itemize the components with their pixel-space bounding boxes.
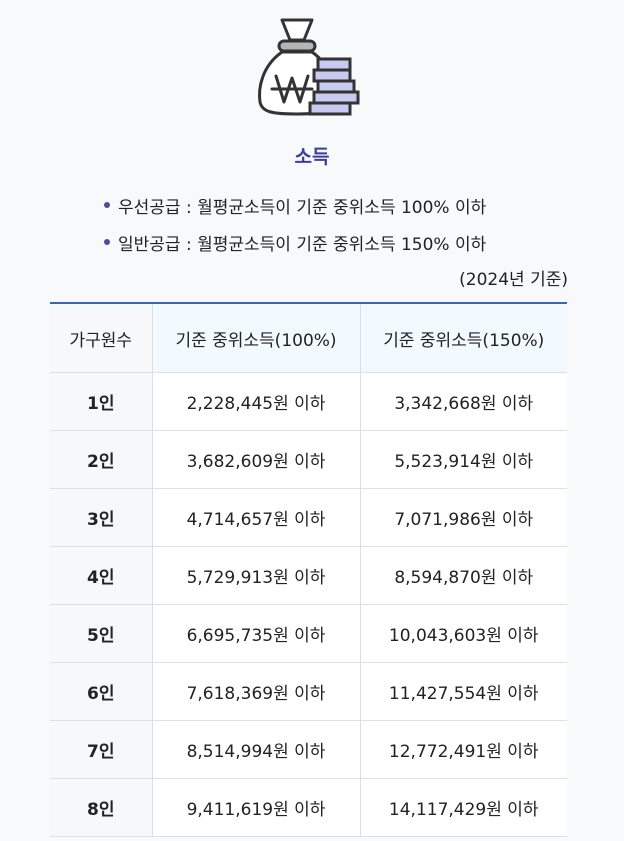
table-row: 1인 2,228,445원 이하 3,342,668원 이하: [50, 372, 567, 431]
table-row: 4인 5,729,913원 이하 8,594,870원 이하: [50, 546, 567, 605]
household-size-cell: 8인: [50, 778, 152, 837]
household-size-cell: 7인: [50, 720, 152, 779]
median-income-table: 가구원수 기준 중위소득(100%) 기준 중위소득(150%) 1인 2,22…: [50, 302, 567, 837]
table-header-row: 가구원수 기준 중위소득(100%) 기준 중위소득(150%): [50, 303, 567, 373]
bullet-dot-icon: [104, 202, 110, 208]
bullet-dot-icon: [104, 239, 110, 245]
table-row: 6인 7,618,369원 이하 11,427,554원 이하: [50, 662, 567, 721]
household-size-cell: 3인: [50, 488, 152, 547]
household-size-cell: 6인: [50, 662, 152, 721]
household-size-cell: 1인: [50, 372, 152, 431]
income-100-cell: 7,618,369원 이하: [151, 662, 360, 721]
criteria-list: 우선공급 : 월평균소득이 기준 중위소득 100% 이하 일반공급 : 월평균…: [104, 190, 486, 264]
income-100-cell: 8,514,994원 이하: [151, 720, 360, 779]
priority-supply-criteria: 우선공급 : 월평균소득이 기준 중위소득 100% 이하: [118, 197, 487, 218]
income-100-cell: 2,228,445원 이하: [151, 372, 360, 431]
section-title: 소득: [294, 146, 330, 168]
table-row: 7인 8,514,994원 이하 12,772,491원 이하: [50, 720, 567, 779]
household-size-cell: 2인: [50, 430, 152, 489]
header-median-150: 기준 중위소득(150%): [359, 303, 567, 373]
income-150-cell: 7,071,986원 이하: [359, 488, 567, 547]
list-item: 우선공급 : 월평균소득이 기준 중위소득 100% 이하: [104, 190, 486, 220]
list-item: 일반공급 : 월평균소득이 기준 중위소득 150% 이하: [104, 227, 486, 257]
income-150-cell: 12,772,491원 이하: [359, 720, 567, 779]
income-150-cell: 11,427,554원 이하: [359, 662, 567, 721]
household-size-cell: 4인: [50, 546, 152, 605]
table-row: 5인 6,695,735원 이하 10,043,603원 이하: [50, 604, 567, 663]
base-year-note: (2024년 기준): [459, 270, 568, 290]
money-bag-won-icon: [252, 16, 364, 120]
income-150-cell: 3,342,668원 이하: [359, 372, 567, 431]
income-100-cell: 6,695,735원 이하: [151, 604, 360, 663]
header-median-100: 기준 중위소득(100%): [151, 303, 360, 373]
income-150-cell: 14,117,429원 이하: [359, 778, 567, 837]
income-100-cell: 4,714,657원 이하: [151, 488, 360, 547]
table-row: 3인 4,714,657원 이하 7,071,986원 이하: [50, 488, 567, 547]
income-150-cell: 10,043,603원 이하: [359, 604, 567, 663]
table-row: 8인 9,411,619원 이하 14,117,429원 이하: [50, 778, 567, 837]
income-150-cell: 5,523,914원 이하: [359, 430, 567, 489]
income-150-cell: 8,594,870원 이하: [359, 546, 567, 605]
table-row: 2인 3,682,609원 이하 5,523,914원 이하: [50, 430, 567, 489]
income-100-cell: 9,411,619원 이하: [151, 778, 360, 837]
general-supply-criteria: 일반공급 : 월평균소득이 기준 중위소득 150% 이하: [118, 234, 487, 255]
income-100-cell: 5,729,913원 이하: [151, 546, 360, 605]
household-size-cell: 5인: [50, 604, 152, 663]
income-100-cell: 3,682,609원 이하: [151, 430, 360, 489]
header-household-size: 가구원수: [50, 303, 152, 373]
